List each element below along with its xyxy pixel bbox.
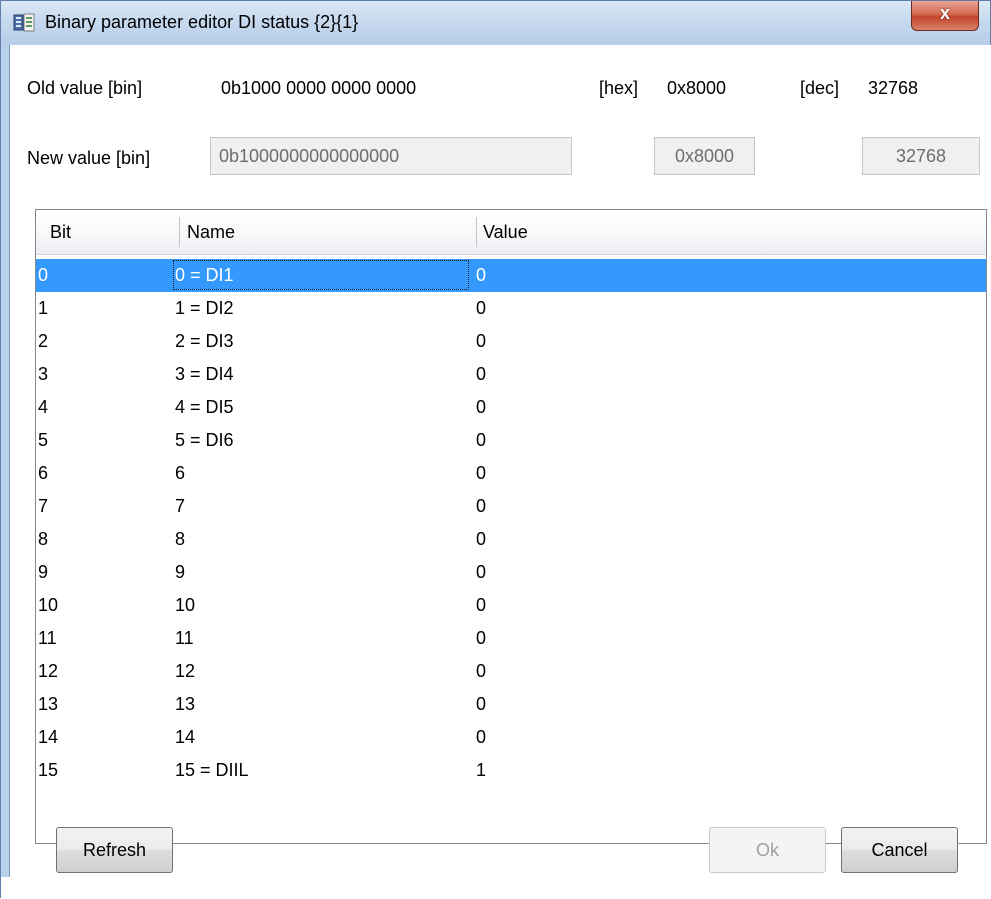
table-row[interactable]: 2 2 = DI3 0 — [36, 325, 986, 358]
name-cell: 3 = DI4 — [175, 364, 234, 384]
bit-cell: 14 — [38, 727, 59, 747]
bit-cell: 1 — [38, 298, 49, 318]
new-value-dec-field[interactable]: 32768 — [862, 137, 980, 175]
column-divider[interactable] — [476, 217, 477, 247]
name-cell: 2 = DI3 — [175, 331, 234, 351]
table-row[interactable]: 10 10 0 — [36, 589, 986, 622]
value-cell: 0 — [476, 430, 487, 450]
window-bottom-edge — [1, 877, 991, 899]
old-value-bin: 0b1000 0000 0000 0000 — [221, 78, 417, 98]
column-header-value[interactable]: Value — [483, 210, 528, 254]
value-cell: 0 — [476, 595, 487, 615]
table-row[interactable]: 1 1 = DI2 0 — [36, 292, 986, 325]
table-row[interactable]: 0 0 = DI1 0 — [36, 259, 986, 292]
new-value-bin-field[interactable]: 0b1000000000000000 — [210, 137, 572, 175]
value-cell: 0 — [476, 364, 487, 384]
value-cell: 1 — [476, 760, 487, 780]
table-row[interactable]: 3 3 = DI4 0 — [36, 358, 986, 391]
table-row[interactable]: 6 6 0 — [36, 457, 986, 490]
close-button[interactable]: x — [911, 1, 979, 31]
bit-cell: 6 — [38, 463, 49, 483]
bit-cell: 4 — [38, 397, 49, 417]
binary-parameter-editor-dialog: Binary parameter editor DI status {2}{1}… — [0, 0, 991, 899]
column-header-name[interactable]: Name — [187, 210, 235, 254]
bit-cell: 12 — [38, 661, 59, 681]
table-row[interactable]: 15 15 = DIIL 1 — [36, 754, 986, 787]
value-cell: 0 — [476, 463, 487, 483]
column-header-bit[interactable]: Bit — [50, 210, 71, 254]
name-cell: 9 — [175, 562, 186, 582]
bit-cell: 2 — [38, 331, 49, 351]
name-cell: 11 — [175, 628, 194, 648]
value-cell: 0 — [476, 331, 487, 351]
name-cell: 5 = DI6 — [175, 430, 234, 450]
dialog-body: Old value [bin] 0b1000 0000 0000 0000 [h… — [9, 45, 991, 877]
table-row[interactable]: 5 5 = DI6 0 — [36, 424, 986, 457]
bit-cell: 10 — [38, 595, 59, 615]
old-value-bin-label: Old value [bin] — [27, 78, 143, 98]
new-value-hex-field[interactable]: 0x8000 — [654, 137, 755, 175]
binary-editor-icon — [13, 13, 35, 32]
value-cell: 0 — [476, 265, 487, 285]
bit-cell: 5 — [38, 430, 49, 450]
cancel-button[interactable]: Cancel — [841, 827, 958, 873]
value-cell: 0 — [476, 298, 487, 318]
table-row[interactable]: 13 13 0 — [36, 688, 986, 721]
bit-cell: 15 — [38, 760, 59, 780]
value-cell: 0 — [476, 397, 487, 417]
table-row[interactable]: 7 7 0 — [36, 490, 986, 523]
value-cell: 0 — [476, 727, 487, 747]
name-cell: 6 — [175, 463, 186, 483]
bit-cell: 13 — [38, 694, 59, 714]
old-value-dec-label: [dec] — [800, 78, 840, 98]
table-header: Bit Name Value — [36, 210, 986, 255]
table-row[interactable]: 12 12 0 — [36, 655, 986, 688]
table-row[interactable]: 8 8 0 — [36, 523, 986, 556]
bit-cell: 3 — [38, 364, 49, 384]
value-cell: 0 — [476, 562, 487, 582]
name-cell: 12 — [175, 661, 196, 681]
new-value-bin-label: New value [bin] — [27, 148, 151, 168]
name-cell: 8 — [175, 529, 186, 549]
window-title: Binary parameter editor DI status {2}{1} — [45, 12, 359, 32]
value-cell: 0 — [476, 661, 487, 681]
name-cell: 7 — [175, 496, 186, 516]
bit-cell: 7 — [38, 496, 49, 516]
close-icon: x — [939, 3, 950, 23]
table-row[interactable]: 14 14 0 — [36, 721, 986, 754]
table-row[interactable]: 11 11 0 — [36, 622, 986, 655]
bit-cell: 11 — [38, 628, 57, 648]
old-value-hex: 0x8000 — [667, 78, 727, 98]
bit-table[interactable]: Bit Name Value 0 0 = DI1 0 1 1 = DI2 0 2… — [35, 209, 987, 844]
table-row[interactable]: 9 9 0 — [36, 556, 986, 589]
value-cell: 0 — [476, 496, 487, 516]
old-value-hex-label: [hex] — [599, 78, 639, 98]
value-cell: 0 — [476, 694, 487, 714]
name-cell: 4 = DI5 — [175, 397, 234, 417]
column-divider[interactable] — [179, 217, 180, 247]
bit-cell: 0 — [38, 265, 49, 285]
name-cell: 14 — [175, 727, 196, 747]
ok-button[interactable]: Ok — [709, 827, 826, 873]
bit-cell: 8 — [38, 529, 49, 549]
name-cell: 13 — [175, 694, 196, 714]
name-cell: 15 = DIIL — [175, 760, 249, 780]
bit-cell: 9 — [38, 562, 49, 582]
value-cell: 0 — [476, 628, 487, 648]
name-cell: 10 — [175, 595, 196, 615]
name-cell: 1 = DI2 — [175, 298, 234, 318]
title-bar[interactable]: Binary parameter editor DI status {2}{1}… — [1, 1, 990, 45]
old-value-dec: 32768 — [868, 78, 919, 98]
focus-rectangle — [173, 260, 469, 290]
value-cell: 0 — [476, 529, 487, 549]
refresh-button[interactable]: Refresh — [56, 827, 173, 873]
table-row[interactable]: 4 4 = DI5 0 — [36, 391, 986, 424]
